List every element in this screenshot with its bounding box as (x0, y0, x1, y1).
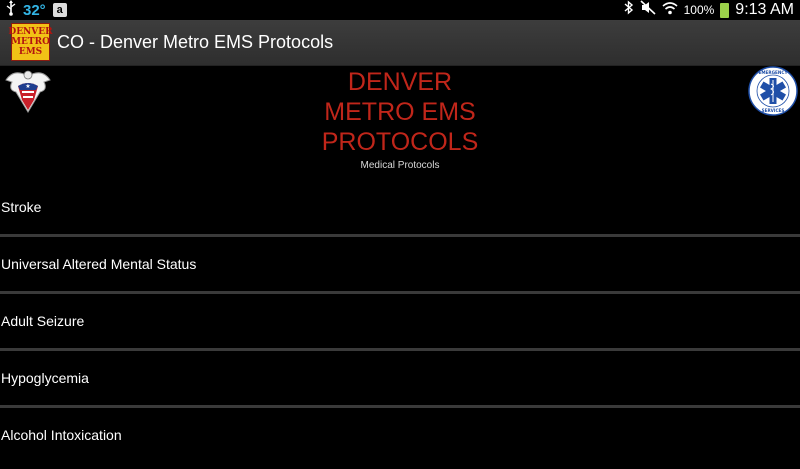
app-logo[interactable]: DENVER METRO EMS (8, 23, 53, 61)
action-bar: DENVER METRO EMS CO - Denver Metro EMS P… (0, 20, 800, 66)
app-title: CO - Denver Metro EMS Protocols (57, 32, 334, 52)
amazon-icon: a (52, 3, 67, 17)
page-title: DENVER METRO EMS PROTOCOLS (250, 67, 550, 157)
status-left: 32° a (6, 0, 67, 20)
battery-percent: 100% (683, 3, 715, 17)
svg-text:★: ★ (25, 83, 30, 90)
list-item-label: Alcohol Intoxication (1, 427, 122, 443)
list-item-stroke[interactable]: Stroke (0, 180, 800, 237)
list-item-label: Adult Seizure (1, 313, 85, 329)
list-item-adult-seizure[interactable]: Adult Seizure (0, 294, 800, 351)
star-of-life-icon: EMERGENCY SERVICES (748, 66, 798, 116)
list-item-label: Universal Altered Mental Status (1, 256, 197, 272)
wifi-icon (662, 1, 678, 20)
title-line-1: DENVER (347, 68, 453, 96)
list-item-altered-mental-status[interactable]: Universal Altered Mental Status (0, 237, 800, 294)
protocol-list: Stroke Universal Altered Mental Status A… (0, 180, 800, 462)
logo-line-2: METRO (11, 37, 50, 47)
mute-icon (640, 0, 656, 20)
status-right: 100% 9:13 AM (624, 0, 794, 20)
list-item-label: Hypoglycemia (1, 370, 89, 386)
logo-line-1: DENVER (8, 27, 53, 37)
page-subtitle: Medical Protocols (360, 160, 440, 171)
temperature-readout: 32° (23, 1, 46, 19)
usb-icon (6, 0, 16, 21)
logo-line-3: EMS (18, 47, 43, 57)
bluetooth-icon (624, 0, 634, 20)
list-item-hypoglycemia[interactable]: Hypoglycemia (0, 351, 800, 408)
title-line-3: PROTOCOLS (321, 128, 479, 156)
clock: 9:13 AM (735, 1, 794, 18)
battery-icon (720, 2, 730, 18)
eagle-emblem-icon: ★ (4, 66, 52, 116)
svg-text:EMERGENCY: EMERGENCY (758, 70, 788, 75)
title-line-2: METRO EMS (324, 98, 476, 126)
svg-text:SERVICES: SERVICES (762, 108, 785, 113)
list-item-label: Stroke (1, 199, 42, 215)
list-item-alcohol-intoxication[interactable]: Alcohol Intoxication (0, 408, 800, 462)
status-bar: 32° a 100% 9:13 AM (0, 0, 800, 20)
